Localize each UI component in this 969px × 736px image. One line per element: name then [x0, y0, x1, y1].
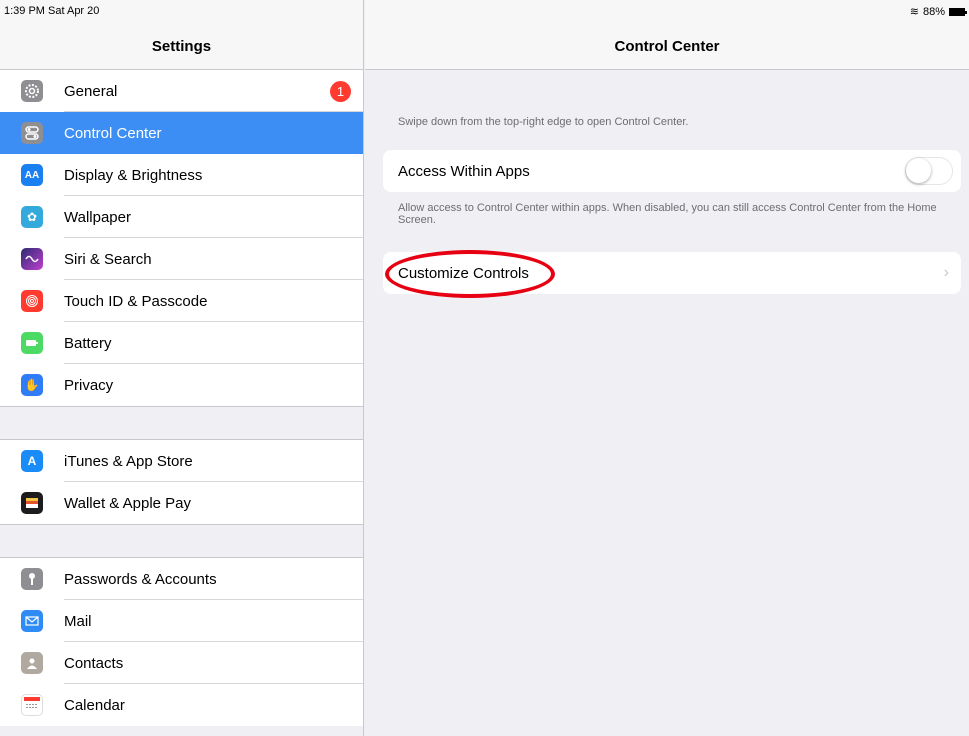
sidebar-item-label: Display & Brightness: [64, 166, 203, 184]
sidebar-item-mail[interactable]: Mail: [0, 600, 363, 642]
app-store-icon: A: [21, 450, 43, 472]
fingerprint-icon: [21, 290, 43, 312]
access-within-apps-label: Access Within Apps: [398, 162, 530, 180]
calendar-icon: [21, 694, 43, 716]
sidebar-title: Settings: [151, 38, 212, 55]
sidebar-item-passwords-accounts[interactable]: Passwords & Accounts: [0, 558, 363, 600]
battery-icon: [949, 7, 967, 16]
settings-group-3: Passwords & Accounts Mail Contacts Calen…: [0, 558, 363, 726]
notification-badge: 1: [330, 80, 351, 102]
sidebar-item-label: Siri & Search: [64, 250, 152, 268]
settings-sidebar: Settings General 1 Control Center AA Dis…: [0, 0, 364, 736]
customize-controls-row[interactable]: Customize Controls ›: [383, 252, 961, 294]
customize-controls-label: Customize Controls: [398, 264, 529, 282]
flower-icon: ✿: [21, 206, 43, 228]
settings-group-2: A iTunes & App Store Wallet & Apple Pay: [0, 440, 363, 524]
wifi-icon: ≋: [909, 6, 919, 18]
sidebar-item-label: Calendar: [64, 696, 125, 714]
key-icon: [21, 568, 43, 590]
detail-pane: Control Center Swipe down from the top-r…: [365, 0, 969, 736]
sidebar-item-touch-id[interactable]: Touch ID & Passcode: [0, 280, 363, 322]
sidebar-item-itunes-app-store[interactable]: A iTunes & App Store: [0, 440, 363, 482]
sidebar-item-label: Wallpaper: [64, 208, 131, 226]
sidebar-item-label: Wallet & Apple Pay: [64, 494, 192, 512]
toggle-knob: [906, 158, 931, 183]
gear-icon: [21, 80, 43, 102]
access-within-apps-row: Access Within Apps: [383, 150, 961, 192]
hand-icon: ✋: [21, 374, 43, 396]
status-bar: 1:39 PM Sat Apr 20 ≋ 88%: [0, 0, 969, 20]
hint-text-access: Allow access to Control Center within ap…: [398, 202, 937, 226]
switches-icon: [21, 122, 43, 144]
sidebar-item-general[interactable]: General 1: [0, 70, 363, 112]
settings-group-1: General 1 Control Center AA Display & Br…: [0, 70, 363, 406]
status-right: ≋ 88%: [909, 5, 967, 18]
sidebar-item-label: Control Center: [64, 124, 162, 142]
wallet-icon: [21, 492, 43, 514]
siri-icon: [21, 248, 43, 270]
sidebar-item-label: iTunes & App Store: [64, 452, 193, 470]
sidebar-item-privacy[interactable]: ✋ Privacy: [0, 364, 363, 406]
sidebar-item-display-brightness[interactable]: AA Display & Brightness: [0, 154, 363, 196]
contacts-icon: [21, 652, 43, 674]
sidebar-item-label: Mail: [64, 612, 92, 630]
access-within-apps-toggle[interactable]: [905, 157, 953, 185]
sidebar-item-label: Battery: [64, 334, 112, 352]
sidebar-item-label: Passwords & Accounts: [64, 570, 217, 588]
battery-icon: [21, 332, 43, 354]
sidebar-item-control-center[interactable]: Control Center: [0, 112, 363, 154]
sidebar-item-contacts[interactable]: Contacts: [0, 642, 363, 684]
sidebar-item-wallet[interactable]: Wallet & Apple Pay: [0, 482, 363, 524]
detail-title: Control Center: [614, 38, 720, 55]
battery-percent: 88%: [922, 5, 945, 18]
sidebar-item-label: Privacy: [64, 376, 114, 394]
mail-icon: [21, 610, 43, 632]
sidebar-item-label: Contacts: [64, 654, 124, 672]
sidebar-item-battery[interactable]: Battery: [0, 322, 363, 364]
status-time: 1:39 PM Sat Apr 20: [4, 5, 100, 17]
sidebar-item-wallpaper[interactable]: ✿ Wallpaper: [0, 196, 363, 238]
sidebar-item-label: General: [64, 82, 118, 100]
sidebar-item-calendar[interactable]: Calendar: [0, 684, 363, 726]
sidebar-item-siri-search[interactable]: Siri & Search: [0, 238, 363, 280]
chevron-right-icon: ›: [943, 264, 949, 281]
text-size-icon: AA: [21, 164, 43, 186]
hint-text-top: Swipe down from the top-right edge to op…: [398, 116, 689, 128]
sidebar-item-label: Touch ID & Passcode: [64, 292, 208, 310]
